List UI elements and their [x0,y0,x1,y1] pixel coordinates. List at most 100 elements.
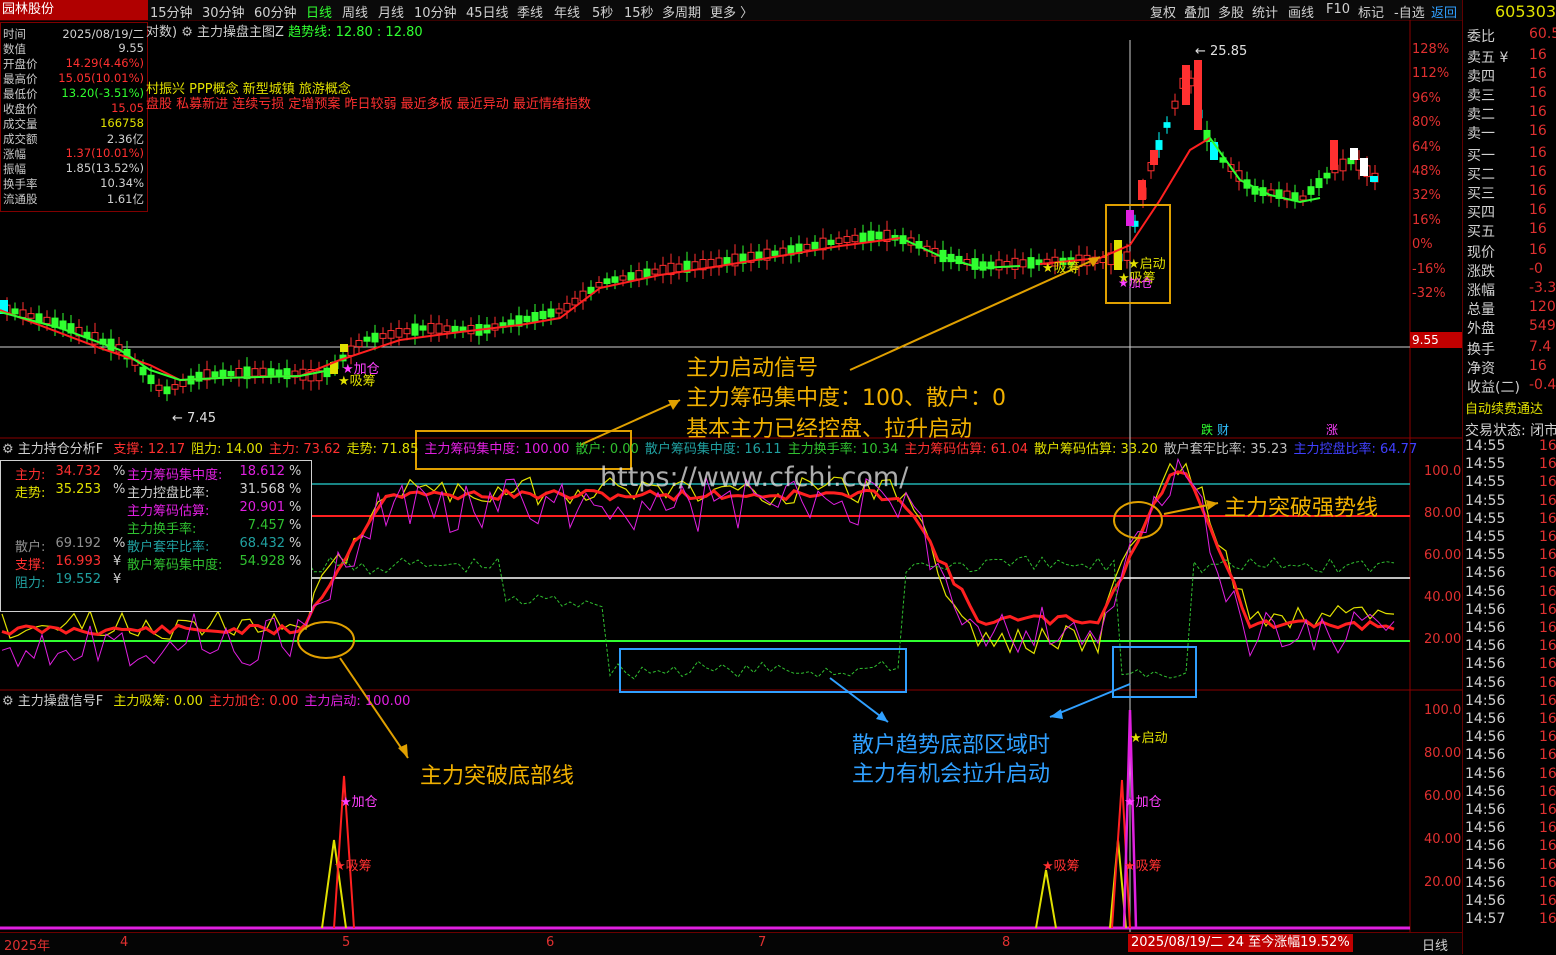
sub2-xichou-2: ★吸筹 [1042,859,1080,874]
period-10[interactable]: 5秒 [592,2,613,21]
quote-value: 16 [1529,221,1547,237]
marker-finance: 财 [1217,423,1230,437]
period-2[interactable]: 60分钟 [254,2,297,21]
tool-7[interactable]: -自选 [1394,2,1425,21]
tick-price: 16 [1539,856,1556,873]
period-6[interactable]: 10分钟 [414,2,457,21]
legend-cell: 散户筹码集中度: [127,558,223,573]
tick-price: 16 [1539,783,1556,800]
period-3[interactable]: 日线 [306,2,332,21]
period-0[interactable]: 15分钟 [150,2,193,21]
quote-row: 卖三 16 [1465,85,1556,104]
tick-row: 14:56 16 [1465,766,1556,784]
quote-value: 16 [1529,202,1547,218]
tool-4[interactable]: 画线 [1288,2,1314,21]
stock-name-tab[interactable]: 园林股份 [0,0,148,20]
quote-key: 买三 [1467,186,1495,202]
sub1-value: 支撑: 12.17 [113,442,186,457]
quote-row: 净资 16 [1465,358,1556,377]
quote-row: 卖一 16 [1465,123,1556,142]
tick-price: 16 [1539,893,1556,909]
quote-key: 总量 [1467,302,1495,318]
pct-tick: 48% [1412,164,1441,179]
legend-cell: 35.253 [55,482,102,497]
sub2-jiacang-2: ★加仓 [1124,795,1162,810]
tool-6[interactable]: 标记 [1358,2,1384,21]
tick-time: 14:56 [1465,565,1506,582]
tick-time: 14:56 [1465,802,1506,818]
period-4[interactable]: 周线 [342,2,368,21]
sub2-indicator-name[interactable]: 主力操盘信号F [18,694,103,709]
pct-tick: 0% [1412,237,1433,253]
quote-value: 16 [1529,242,1547,258]
sub1-indicator-name[interactable]: 主力持仓分析F [18,442,103,457]
marker-rise: 涨 [1326,423,1339,437]
tick-time: 14:56 [1465,711,1506,727]
tick-price: 16 [1539,911,1556,928]
quote-row: 涨跌 -0 [1465,261,1556,280]
tick-price: 16 [1539,820,1556,837]
quote-row: 外盘 549 [1465,318,1556,337]
tool-0[interactable]: 复权 [1150,2,1176,21]
sub2-tick: 80.00 [1424,746,1462,761]
sub2-xichou-3: ★吸筹 [1124,859,1162,874]
date-tick: 4 [120,935,129,950]
tool-8[interactable]: 返回 [1431,2,1457,21]
tick-time: 14:56 [1465,729,1506,746]
tool-1[interactable]: 叠加 [1184,2,1210,21]
legend-cell: % [113,536,126,551]
sub2-tick: 20.00 [1424,875,1462,890]
tick-time: 14:55 [1465,547,1506,564]
tick-price: 16 [1539,692,1556,709]
quote-value: -0.4 [1529,377,1556,393]
auto-renew-note[interactable]: 自动续费通达 [1465,398,1543,417]
sub1-gear-icon[interactable]: ⚙ [2,442,14,457]
tick-row: 14:56 16 [1465,693,1556,711]
period-indicator[interactable]: 日线 [1422,935,1448,954]
period-12[interactable]: 多周期 [662,2,701,21]
sub1-value: 主力控盘比率: 64.77 [1293,442,1418,457]
quote-key: 卖四 [1467,69,1495,85]
period-11[interactable]: 15秒 [624,2,654,21]
sub1-value: 主力筹码估算: 61.04 [904,442,1029,457]
sub2-value: 主力加仓: 0.00 [208,694,299,709]
legend-cell: % [289,536,302,551]
period-13[interactable]: 更多 〉 [710,2,753,21]
period-1[interactable]: 30分钟 [202,2,245,21]
tool-3[interactable]: 统计 [1252,2,1278,21]
quote-value: 16 [1529,85,1547,101]
legend-cell: 19.552 [55,572,102,587]
sub2-gear-icon[interactable]: ⚙ [2,694,14,709]
sub2-jiacang-1: ★加仓 [340,795,378,810]
legend-cell: % [113,464,126,479]
legend-cell: 主力控盘比率: [127,486,210,501]
period-9[interactable]: 年线 [554,2,580,21]
tick-time: 14:56 [1465,874,1506,891]
quote-key: 涨幅 [1467,283,1495,299]
date-tick: 2025年 [4,939,51,954]
quote-value: 16 [1529,164,1547,180]
high-price-label: ← 25.85 [1195,44,1248,59]
tool-5[interactable]: F10 [1326,2,1350,17]
quote-key: 卖三 [1467,88,1495,104]
bottom-break-annotation: 主力突破底部线 [420,764,575,789]
period-7[interactable]: 45日线 [466,2,509,21]
tick-row: 14:57 16 [1465,911,1556,929]
legend-cell: 68.432 [239,536,286,551]
sub1-value: 主力换手率: 10.34 [787,442,899,457]
tick-price: 16 [1539,765,1556,782]
tool-2[interactable]: 多股 [1218,2,1244,21]
period-8[interactable]: 季线 [517,2,543,21]
tick-row: 14:55 16 [1465,438,1556,456]
tick-time: 14:55 [1465,510,1506,527]
tick-time: 14:56 [1465,747,1506,764]
quote-value: 16 [1529,47,1547,63]
quote-row: 买三 16 [1465,183,1556,202]
tick-row: 14:55 16 [1465,493,1556,511]
tick-row: 14:55 16 [1465,547,1556,565]
tick-row: 14:56 16 [1465,711,1556,729]
tick-price: 16 [1539,656,1556,673]
period-5[interactable]: 月线 [378,2,404,21]
tick-row: 14:56 16 [1465,857,1556,875]
legend-cell: % [289,482,302,497]
